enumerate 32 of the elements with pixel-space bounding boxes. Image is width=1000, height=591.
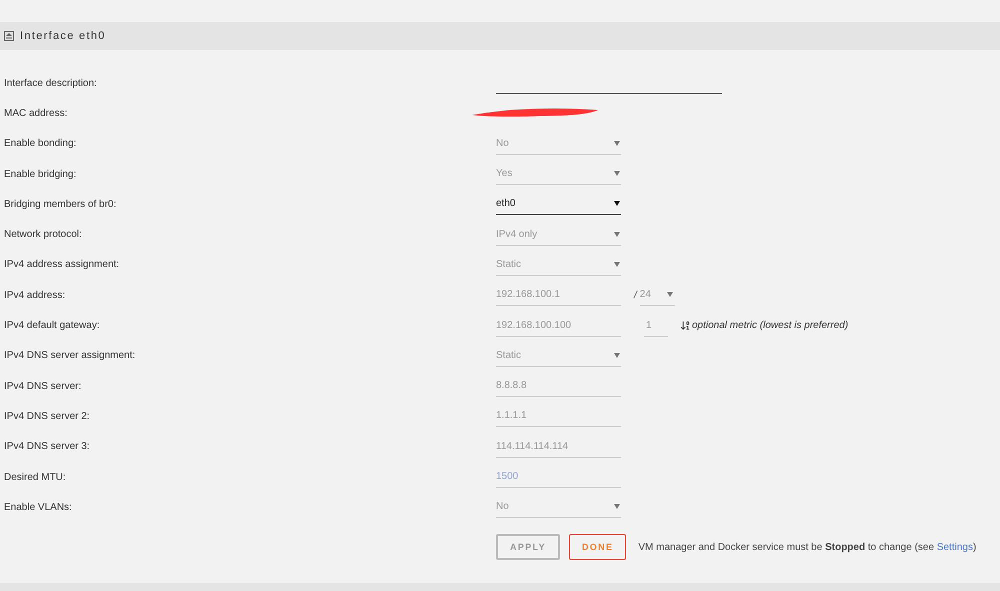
notice-text: VM manager and Docker service must be Stopped to change (see Settings) xyxy=(638,540,976,555)
field-label: IPv4 DNS server assignment: xyxy=(3,349,136,364)
settings-link[interactable]: Settings xyxy=(936,542,973,553)
field-label: Enable bridging: xyxy=(3,168,78,182)
caret-icon xyxy=(614,504,620,510)
field-label: MAC address: xyxy=(3,106,68,121)
caret-icon xyxy=(666,292,673,298)
field-label: IPv4 default gateway: xyxy=(3,319,101,334)
sort-ascending-icon xyxy=(680,320,691,332)
field-label: Bridging members of br0: xyxy=(3,198,118,212)
caret-icon xyxy=(614,262,620,267)
caret-icon xyxy=(614,171,620,176)
field-label: IPv4 DNS server 3: xyxy=(3,440,91,454)
field-label: Interface description: xyxy=(3,76,98,91)
field-label: Desired MTU: xyxy=(3,470,67,484)
field-label: Network protocol: xyxy=(3,228,83,242)
field-label: Enable VLANs: xyxy=(3,500,73,515)
prefix-separator: / xyxy=(634,288,637,303)
section-title: Interface eth0 xyxy=(20,28,106,44)
field-label: IPv4 DNS server: xyxy=(3,380,82,394)
collapse-icon[interactable] xyxy=(4,31,14,41)
caret-icon xyxy=(614,140,620,146)
field-label: IPv4 address assignment: xyxy=(3,258,120,272)
caret-icon xyxy=(614,201,620,206)
field-label: IPv4 DNS server 2: xyxy=(3,410,91,424)
caret-icon xyxy=(614,232,620,237)
caret-icon xyxy=(614,352,620,358)
field-label: Enable bonding: xyxy=(3,137,78,152)
field-label: IPv4 address: xyxy=(3,288,66,303)
dropdown[interactable]: eth0 xyxy=(496,193,621,216)
done-button[interactable]: DONE xyxy=(568,534,626,560)
metric-hint: optional metric (lowest is preferred) xyxy=(692,319,848,334)
